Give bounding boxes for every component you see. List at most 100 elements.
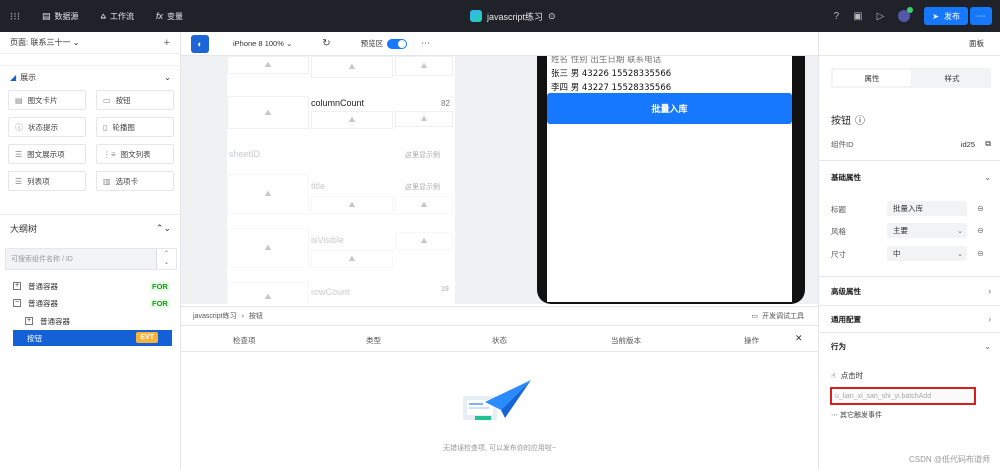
- image-placeholder-icon: ⛰: [395, 56, 453, 76]
- app-title[interactable]: javascript练习 ⊙: [470, 0, 556, 32]
- right-panel: 面板 属性 样式 按钮 ⓘ 组件ID id25 ⧉ 基础属性 ⌄ 标题 批量入库…: [818, 32, 1000, 469]
- info-icon[interactable]: ⓘ: [855, 112, 865, 127]
- link-icon[interactable]: ⊖: [977, 204, 984, 213]
- phone-text-line: 姓名 性别 出生日期 联系电话: [551, 56, 662, 65]
- nav-variables[interactable]: fx 变量: [156, 11, 183, 22]
- on-click-event[interactable]: ☝ 点击时: [831, 370, 863, 381]
- preview-toggle-group: 预览区: [361, 38, 408, 49]
- table-header-label: columnCount: [311, 98, 365, 108]
- device-selector[interactable]: iPhone 8 100% ⌄: [233, 39, 292, 48]
- divider: [819, 332, 1000, 333]
- image-text-icon: ☰: [15, 149, 23, 159]
- component-list-item[interactable]: ☰ 列表项: [8, 171, 86, 191]
- image-placeholder-icon: ⛰: [227, 282, 309, 304]
- tree-node-container-3[interactable]: + 普通容器: [25, 312, 175, 330]
- other-events-link[interactable]: ⋯ 其它触发事件: [831, 410, 882, 420]
- copy-icon[interactable]: ⧉: [985, 139, 991, 149]
- status-icon: ⓘ: [15, 122, 23, 132]
- component-library: ◢ 展示 ⌄ ▤ 图文卡片 ▭ 按钮 ⓘ 状态提示 ▯ 轮播图 ☰ 图文展示项 ⋮≡ 图文列表…: [0, 54, 181, 214]
- check-circle-icon: ⊙: [548, 10, 556, 21]
- tree-node-button-selected[interactable]: 按钮 EVT: [13, 330, 172, 346]
- property-tabs: 属性 样式: [831, 68, 991, 88]
- refresh-icon[interactable]: ↻: [322, 38, 330, 49]
- section-basic-props[interactable]: 基础属性 ⌄: [831, 170, 991, 184]
- section-advanced-props[interactable]: 高级属性 ›: [831, 284, 991, 298]
- help-icon[interactable]: ?: [834, 11, 840, 22]
- breadcrumb-component[interactable]: 按钮: [249, 311, 263, 321]
- column-header: 操作: [744, 336, 759, 345]
- apps-grid-icon[interactable]: ⁝⁝⁝: [0, 0, 30, 32]
- add-page-icon[interactable]: +: [164, 37, 170, 49]
- component-button[interactable]: ▭ 按钮: [96, 90, 174, 110]
- publish-more-button[interactable]: ⋯: [970, 7, 992, 25]
- chevron-up-icon[interactable]: ⌃: [164, 250, 169, 259]
- table-row-label: rowCount: [311, 287, 350, 297]
- outline-tree-header[interactable]: 大纲树 ⌃⌄: [0, 214, 181, 242]
- preview-toggle[interactable]: [387, 38, 408, 49]
- collapse-icon[interactable]: −: [13, 299, 21, 307]
- column-header: 状态: [492, 336, 507, 345]
- publish-button[interactable]: ➤ 发布: [924, 7, 968, 25]
- divider: [819, 276, 1000, 277]
- section-display[interactable]: ◢ 展示 ⌄: [0, 66, 181, 88]
- outline-search-input[interactable]: 可搜索组件名称 / ID ⌃ ⌄: [5, 248, 177, 270]
- tab-properties[interactable]: 属性: [833, 70, 911, 86]
- section-behavior[interactable]: 行为 ⌄: [831, 339, 991, 353]
- component-tabs[interactable]: ▥ 选项卡: [96, 171, 174, 191]
- component-list[interactable]: ⋮≡ 图文列表: [96, 144, 174, 164]
- style-select[interactable]: 主要 ⌄: [887, 223, 967, 238]
- size-select[interactable]: 中 ⌄: [887, 246, 967, 261]
- link-icon[interactable]: ⊖: [977, 249, 984, 258]
- page-selector[interactable]: 页面: 联系三十一 ⌄ +: [0, 32, 180, 54]
- section-common-config[interactable]: 通用配置 ›: [831, 312, 991, 326]
- component-status[interactable]: ⓘ 状态提示: [8, 117, 86, 137]
- tree-node-container-2[interactable]: − 普通容器 FOR: [13, 294, 178, 312]
- nav-datasource[interactable]: ▤ 数据源: [42, 11, 79, 22]
- component-grid: ▤ 图文卡片 ▭ 按钮 ⓘ 状态提示 ▯ 轮播图 ☰ 图文展示项 ⋮≡ 图文列表 ☰ 列表项 …: [0, 88, 181, 191]
- check-table-empty: 无错误检查项, 可以发布你的应用啦~: [181, 352, 818, 469]
- brand-logo-icon: ◐: [191, 34, 209, 53]
- check-table-header: 检查项 类型 状态 当前版本 操作 ✕: [181, 326, 818, 352]
- link-icon[interactable]: ⊖: [977, 226, 984, 235]
- chevron-down-icon: ⌄: [984, 341, 991, 351]
- function-icon: fx: [156, 11, 164, 21]
- tree-node-container-1[interactable]: + 普通容器 FOR: [13, 277, 178, 295]
- expand-icon[interactable]: +: [13, 282, 21, 290]
- component-card[interactable]: ▤ 图文卡片: [8, 90, 86, 110]
- image-placeholder-icon: ⛰: [227, 56, 309, 74]
- expand-icon[interactable]: +: [25, 317, 33, 325]
- chevron-down-icon: ⌄: [957, 227, 963, 235]
- batch-import-button[interactable]: 批量入库: [547, 93, 792, 124]
- plugin-icon[interactable]: [898, 7, 914, 22]
- play-icon[interactable]: ▷: [877, 11, 885, 22]
- image-placeholder-icon: ⛰: [395, 232, 453, 250]
- database-icon: ▤: [42, 10, 51, 21]
- close-icon[interactable]: ✕: [795, 333, 803, 344]
- display-section-icon: ◢: [10, 72, 17, 82]
- nav-workflow[interactable]: ⩠ 工作流: [101, 11, 134, 22]
- breadcrumb-app[interactable]: javascript练习: [193, 311, 237, 321]
- breadcrumb: javascript练习 › 按钮 ▭ 开发调试工具: [181, 306, 818, 326]
- save-icon[interactable]: ▣: [853, 11, 862, 22]
- for-tag: FOR: [150, 281, 170, 291]
- image-placeholder-icon: ⛰: [311, 196, 393, 214]
- panel-toggle[interactable]: 面板: [819, 32, 1000, 56]
- tabs-icon: ▥: [103, 176, 111, 186]
- title-input[interactable]: 批量入库: [887, 201, 967, 216]
- column-header: 类型: [366, 336, 381, 345]
- image-placeholder-icon: ⛰: [311, 250, 393, 268]
- component-carousel[interactable]: ▯ 轮播图: [96, 117, 174, 137]
- dev-tools-button[interactable]: ▭ 开发调试工具: [751, 311, 804, 321]
- left-panel: 页面: 联系三十一 ⌄ + ◢ 展示 ⌄ ▤ 图文卡片 ▭ 按钮 ⓘ 状态提示 ▯ 轮播图…: [0, 32, 181, 469]
- button-icon: ▭: [103, 95, 111, 105]
- chevron-down-icon[interactable]: ⌄: [164, 259, 169, 268]
- search-stepper[interactable]: ⌃ ⌄: [156, 249, 176, 269]
- more-icon[interactable]: ⋯: [421, 38, 430, 49]
- expand-collapse-icon[interactable]: ⌃⌄: [156, 223, 171, 234]
- tab-styles[interactable]: 样式: [913, 68, 991, 88]
- image-placeholder-icon: ⛰: [395, 196, 453, 214]
- component-image-text[interactable]: ☰ 图文展示项: [8, 144, 86, 164]
- data-table-preview: ⛰ ⛰ ⛰ ⛰ columnCount 82 ⛰ ⛰ sheetID 这里显示例…: [227, 56, 455, 304]
- table-row-value: 这里显示例: [405, 152, 440, 159]
- image-placeholder-icon: ⛰: [311, 56, 393, 78]
